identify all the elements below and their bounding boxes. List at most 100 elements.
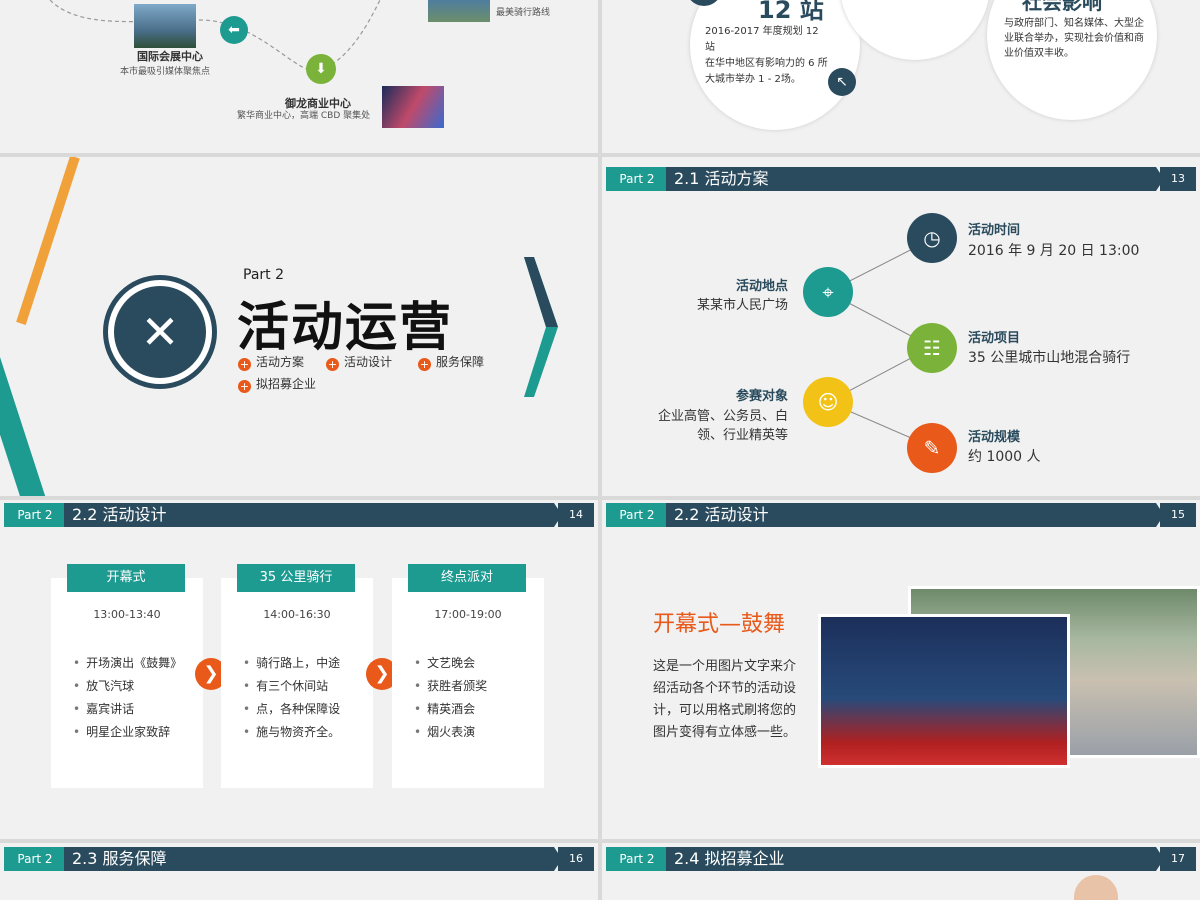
plus-icon: + (418, 358, 431, 371)
page-number: 15 (1160, 503, 1196, 527)
node-expo-desc: 本市最吸引媒体聚焦点 (119, 67, 210, 77)
list-item: 施与物资齐全。 (243, 721, 368, 744)
list-item: 放飞汽球 (73, 675, 198, 698)
slide-route-map: 国际会展中心 本市最吸引媒体聚焦点 ⬅ ⬇ 御龙商业中心 繁华商业中心，高端 C… (0, 0, 598, 153)
project-label: 活动项目 (968, 331, 1021, 346)
cover-item-1: + 活动方案 (238, 355, 305, 371)
chevron-right-deco (524, 257, 558, 397)
card-list: 文艺晚会 获胜者颁奖 精英酒会 烟火表演 (414, 652, 539, 744)
list-item: 开场演出《鼓舞》 (73, 652, 198, 675)
slide-section-cover: ✕ Part 2 活动运营 + 活动方案 + 活动设计 + 服务保障 + 拟招募企业 (0, 157, 598, 496)
slide-header: Part 2 2.2 活动设计 15 (602, 502, 1200, 528)
clock-icon: ◷ (907, 213, 957, 263)
slide-activity-plan: Part 2 2.1 活动方案 13 ◷ ⌖ ☷ ☺ ✎ 活动时间 2016 年… (602, 157, 1200, 496)
stations-line2: 在华中地区有影响力的 6 所大城市举办 1 - 2场。 (705, 58, 828, 85)
part-tag: Part 2 (606, 503, 668, 527)
list-item: 点，各种保障设 (243, 698, 368, 721)
connector-lines (827, 238, 933, 448)
slide-service-guarantee: Part 2 2.3 服务保障 16 (0, 843, 598, 900)
people-label: 参赛对象 (735, 389, 788, 404)
list-item: 明星企业家致辞 (73, 721, 198, 744)
list-item: 精英酒会 (414, 698, 539, 721)
card-title: 35 公里骑行 (237, 564, 355, 592)
wrench-screwdriver-icon: ✕ (114, 286, 206, 378)
photo-drum-stage (818, 614, 1070, 768)
slide-title: 2.3 服务保障 (64, 847, 562, 871)
cover-title: 活动运营 (237, 298, 454, 358)
page-number: 17 (1160, 847, 1196, 871)
card-list: 开场演出《鼓舞》 放飞汽球 嘉宾讲话 明星企业家致辞 (73, 652, 198, 744)
slide-title: 2.4 拟招募企业 (666, 847, 1164, 871)
card-ride: 35 公里骑行 14:00-16:30 骑行路上，中途 有三个休间站 点，各种保… (221, 564, 373, 788)
slide-header: Part 2 2.2 活动设计 14 (0, 502, 598, 528)
people-icon: ☺ (803, 377, 853, 427)
list-item: 嘉宾讲话 (73, 698, 198, 721)
body-line-1: 这是一个用图片文字来介 (653, 659, 797, 674)
card-title: 终点派对 (408, 564, 526, 592)
node-cbd-title: 御龙商业中心 (285, 97, 351, 110)
scale-value: 约 1000 人 (968, 449, 1041, 465)
slide-title: 2.2 活动设计 (666, 503, 1164, 527)
stations-big-text: 12 站 (758, 0, 824, 24)
cover-item-2: + 活动设计 (326, 355, 393, 371)
project-value: 35 公里城市山地混合骑行 (968, 350, 1131, 366)
body-line-4: 图片变得有立体感一些。 (653, 725, 797, 740)
list-item: 获胜者颁奖 (414, 675, 539, 698)
slide-sponsors: Part 2 2.4 拟招募企业 17 (602, 843, 1200, 900)
page-number: 16 (558, 847, 594, 871)
slide-title: 2.2 活动设计 (64, 503, 562, 527)
tools-badge: ✕ (103, 275, 217, 389)
deco-orange-stripe (16, 157, 80, 325)
arrow-left-icon: ⬅ (220, 16, 248, 44)
card-party: 终点派对 17:00-19:00 文艺晚会 获胜者颁奖 精英酒会 烟火表演 (392, 564, 544, 788)
list-item: 烟火表演 (414, 721, 539, 744)
card-time: 13:00-13:40 (93, 608, 161, 621)
time-value: 2016 年 9 月 20 日 13:00 (968, 243, 1140, 259)
part-tag: Part 2 (4, 503, 66, 527)
map-pin-icon: ⌖ (803, 267, 853, 317)
photo-person (1074, 875, 1118, 900)
page-number: 14 (558, 503, 594, 527)
slide-header: Part 2 2.4 拟招募企业 17 (602, 846, 1200, 872)
slide-stations: 12 站 2016-2017 年度规划 12 站 在华中地区有影响力的 6 所大… (602, 0, 1200, 153)
list-item: 文艺晚会 (414, 652, 539, 675)
circle-middle (840, 0, 990, 60)
cover-item-4: + 拟招募企业 (238, 377, 317, 393)
people-value-2: 领、行业精英等 (696, 428, 788, 443)
slide-header: Part 2 2.3 服务保障 16 (0, 846, 598, 872)
section-heading: 开幕式—鼓舞 (653, 612, 786, 637)
plus-icon: + (326, 358, 339, 371)
route-path (49, 0, 381, 72)
card-time: 14:00-16:30 (263, 608, 331, 621)
node-cbd-desc: 繁华商业中心，高端 CBD 聚集处 (237, 111, 371, 121)
card-time: 17:00-19:00 (434, 608, 502, 621)
cover-item-3: + 服务保障 (418, 355, 485, 371)
part-label: Part 2 (243, 267, 284, 283)
arrow-down-icon: ⬇ (306, 54, 336, 84)
body-line-2: 绍活动各个环节的活动设 (653, 681, 797, 696)
document-pen-icon: ✎ (907, 423, 957, 473)
list-item: 骑行路上，中途 (243, 652, 368, 675)
stations-line1: 2016-2017 年度规划 12 站 (705, 26, 819, 53)
time-label: 活动时间 (968, 223, 1021, 238)
slide-activity-design-photo: Part 2 2.2 活动设计 15 开幕式—鼓舞 这是一个用图片文字来介 绍活… (602, 500, 1200, 839)
people-value-1: 企业高管、公务员、白 (657, 409, 788, 424)
plus-icon: + (238, 380, 251, 393)
scale-label: 活动规模 (968, 430, 1021, 445)
node-expo-title: 国际会展中心 (137, 50, 203, 63)
impact-text: 与政府部门、知名媒体、大型企业联合举办，实现社会价值和商业价值双丰收。 (1004, 18, 1144, 59)
part-tag: Part 2 (4, 847, 66, 871)
part-tag: Part 2 (606, 847, 668, 871)
photo-cbd (382, 86, 444, 128)
impact-title: 社会影响 (1022, 0, 1102, 14)
card-list: 骑行路上，中途 有三个休间站 点，各种保障设 施与物资齐全。 (243, 652, 368, 744)
photo-expo-center (134, 4, 196, 48)
plus-icon: + (238, 358, 251, 371)
card-opening: 开幕式 13:00-13:40 开场演出《鼓舞》 放飞汽球 嘉宾讲话 明星企业家… (51, 564, 203, 788)
card-title: 开幕式 (67, 564, 185, 592)
place-value: 某某市人民广场 (696, 298, 788, 313)
list-item: 有三个休间站 (243, 675, 368, 698)
clipboard-icon: ☷ (907, 323, 957, 373)
slide-activity-design-cards: Part 2 2.2 活动设计 14 开幕式 13:00-13:40 开场演出《… (0, 500, 598, 839)
photo-route (428, 0, 490, 22)
